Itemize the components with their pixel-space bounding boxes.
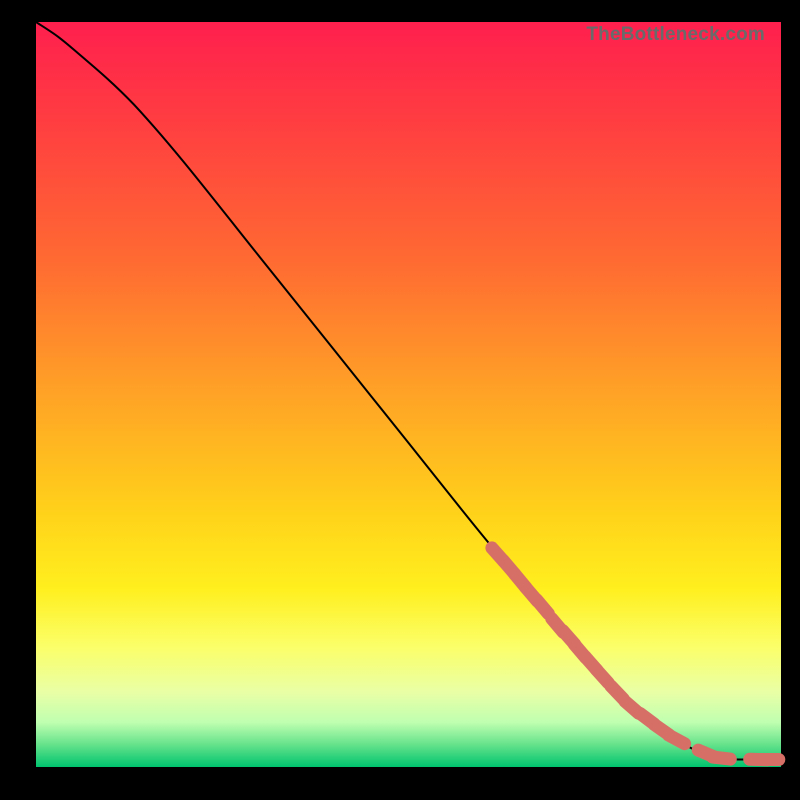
curve-marker: [669, 735, 685, 744]
curve-marker: [537, 600, 549, 614]
chart-stage: TheBottleneck.com: [0, 0, 800, 800]
curve-marker: [596, 669, 608, 682]
chart-svg: [36, 22, 781, 767]
plot-area: TheBottleneck.com: [36, 22, 781, 767]
marker-group: [492, 548, 779, 760]
bottleneck-curve: [36, 22, 781, 760]
curve-marker: [713, 757, 731, 759]
